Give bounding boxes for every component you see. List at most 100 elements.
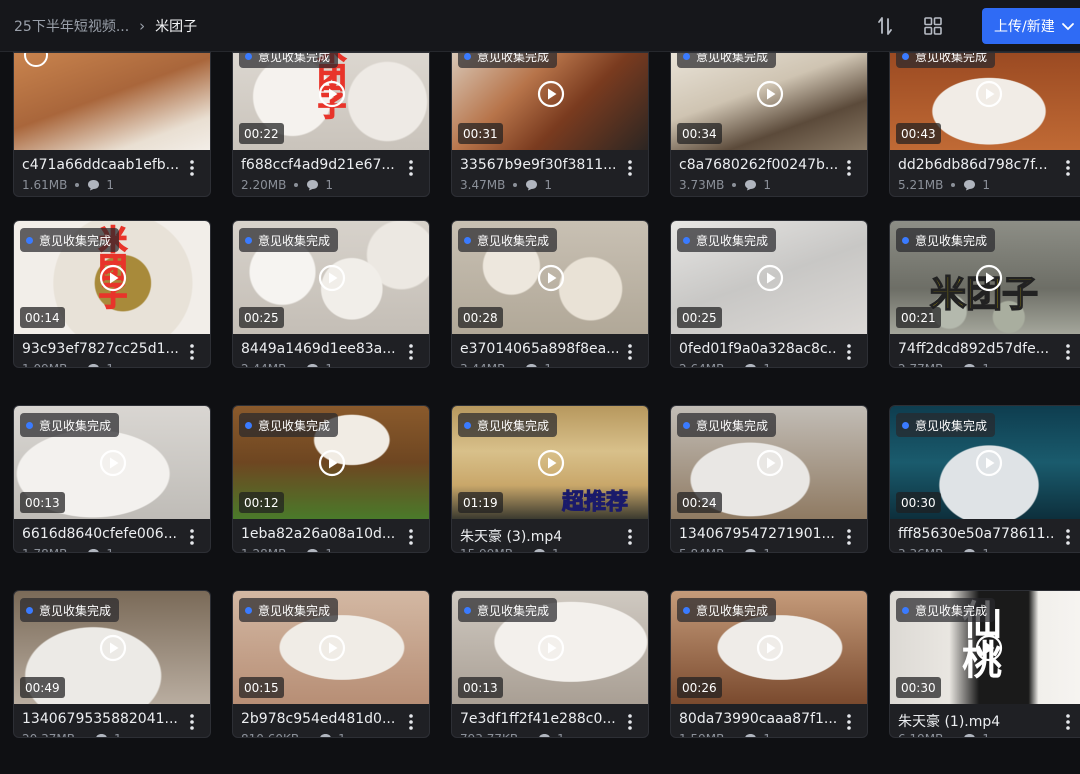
more-options-icon[interactable]: [184, 342, 200, 362]
file-card[interactable]: 意见收集完成 00:25 8449a1469d1ee83a... 2.44MB 1: [232, 220, 430, 368]
more-options-icon[interactable]: [622, 342, 638, 362]
more-options-icon[interactable]: [1060, 712, 1076, 732]
more-options-icon[interactable]: [184, 712, 200, 732]
file-card[interactable]: 意见收集完成 00:30 fff85630e50a778611... 3.36MB 1: [889, 405, 1080, 553]
file-name[interactable]: e37014065a898f8ea...: [460, 341, 618, 357]
grid-view-icon[interactable]: [922, 15, 944, 37]
video-thumbnail[interactable]: 意见收集完成 00:25: [671, 221, 867, 334]
play-icon[interactable]: [318, 449, 346, 477]
video-thumbnail[interactable]: 意见收集完成 00:12: [233, 406, 429, 519]
file-card[interactable]: 意见收集完成 00:13 6616d8640cfefe006... 1.78MB 1: [13, 405, 211, 553]
more-options-icon[interactable]: [841, 158, 857, 178]
file-card[interactable]: 意见收集完成 00:13 7e3df1ff2f41e288c0... 793.77KB…: [451, 590, 649, 738]
file-name[interactable]: 朱天豪 (1).mp4: [898, 711, 1056, 731]
more-options-icon[interactable]: [403, 158, 419, 178]
file-card[interactable]: 意见收集完成 00:26 80da73990caaa87f1... 1.59MB 1: [670, 590, 868, 738]
file-card[interactable]: 米团子 意见收集完成 00:22 f688ccf4ad9d21e67... 2.20MB…: [232, 52, 430, 197]
video-thumbnail[interactable]: 意见收集完成 00:15: [233, 591, 429, 704]
file-name[interactable]: 1eba82a26a08a10d...: [241, 526, 399, 542]
file-card[interactable]: 意见收集完成 00:28 e37014065a898f8ea... 3.44MB 1: [451, 220, 649, 368]
file-name[interactable]: f688ccf4ad9d21e67...: [241, 157, 399, 173]
play-icon[interactable]: [975, 80, 1003, 108]
video-thumbnail[interactable]: 意见收集完成 00:28: [452, 221, 648, 334]
video-thumbnail[interactable]: 意见收集完成 00:24: [671, 406, 867, 519]
play-icon[interactable]: [318, 634, 346, 662]
video-thumbnail[interactable]: 意见收集完成 00:26: [671, 591, 867, 704]
video-thumbnail[interactable]: 意见收集完成 00:49: [14, 591, 210, 704]
play-icon[interactable]: [537, 634, 565, 662]
video-thumbnail[interactable]: 米团子 意见收集完成 00:14: [14, 221, 210, 334]
more-options-icon[interactable]: [1060, 342, 1076, 362]
more-options-icon[interactable]: [1060, 527, 1076, 547]
file-name[interactable]: 6616d8640cfefe006...: [22, 526, 180, 542]
video-thumbnail[interactable]: 意见收集完成 00:13: [14, 406, 210, 519]
file-card[interactable]: 意见收集完成 00:49 1340679535882041... 20.37MB 1: [13, 590, 211, 738]
play-icon[interactable]: [975, 449, 1003, 477]
play-icon[interactable]: [756, 449, 784, 477]
file-name[interactable]: 93c93ef7827cc25d1...: [22, 341, 180, 357]
play-icon[interactable]: [318, 80, 346, 108]
file-card[interactable]: 意见收集完成 00:31 33567b9e9f30f3811... 3.47MB 1: [451, 52, 649, 197]
play-icon[interactable]: [756, 80, 784, 108]
video-thumbnail[interactable]: 米团子 意见收集完成 00:22: [233, 53, 429, 150]
play-icon[interactable]: [537, 80, 565, 108]
play-icon[interactable]: [975, 264, 1003, 292]
file-card[interactable]: 意见收集完成 00:43 dd2b6db86d798c7f... 5.21MB 1: [889, 52, 1080, 197]
play-icon[interactable]: [756, 264, 784, 292]
file-name[interactable]: 8449a1469d1ee83a...: [241, 341, 399, 357]
file-card[interactable]: 超推荐 意见收集完成 01:19 朱天豪 (3).mp415.99MB 1: [451, 405, 649, 553]
video-thumbnail[interactable]: 意见收集完成 00:43: [890, 53, 1080, 150]
file-card[interactable]: 意见收集完成 00:34 c8a7680262f00247b... 3.73MB 1: [670, 52, 868, 197]
video-thumbnail[interactable]: 仙桃 意见收集完成 00:30: [890, 591, 1080, 704]
more-options-icon[interactable]: [622, 712, 638, 732]
file-card[interactable]: 意见收集完成 00:15 2b978c954ed481d0... 810.60KB 1: [232, 590, 430, 738]
video-thumbnail[interactable]: 意见收集完成 00:31: [452, 53, 648, 150]
video-thumbnail[interactable]: 意见收集完成 00:30: [890, 406, 1080, 519]
file-name[interactable]: 7e3df1ff2f41e288c0...: [460, 711, 618, 727]
more-options-icon[interactable]: [622, 527, 638, 547]
file-name[interactable]: 74ff2dcd892d57dfe...: [898, 341, 1056, 357]
more-options-icon[interactable]: [841, 342, 857, 362]
upload-new-button[interactable]: 上传/新建: [982, 8, 1080, 44]
file-name[interactable]: fff85630e50a778611...: [898, 526, 1056, 542]
file-name[interactable]: c471a66ddcaab1efb...: [22, 157, 180, 173]
more-options-icon[interactable]: [403, 527, 419, 547]
video-thumbnail[interactable]: 意见收集完成 00:25: [233, 221, 429, 334]
more-options-icon[interactable]: [184, 527, 200, 547]
more-options-icon[interactable]: [622, 158, 638, 178]
file-name[interactable]: 80da73990caaa87f1...: [679, 711, 837, 727]
file-name[interactable]: 33567b9e9f30f3811...: [460, 157, 618, 173]
file-card[interactable]: 意见收集完成 00:24 1340679547271901... 5.84MB 1: [670, 405, 868, 553]
file-name[interactable]: 2b978c954ed481d0...: [241, 711, 399, 727]
file-name[interactable]: 1340679535882041...: [22, 711, 180, 727]
file-name[interactable]: dd2b6db86d798c7f...: [898, 157, 1056, 173]
play-icon[interactable]: [99, 449, 127, 477]
play-icon[interactable]: [22, 53, 50, 69]
chevron-down-icon[interactable]: [1060, 18, 1076, 34]
more-options-icon[interactable]: [1060, 158, 1076, 178]
video-thumbnail[interactable]: 超推荐 意见收集完成 01:19: [452, 406, 648, 519]
video-thumbnail[interactable]: 米团子 意见收集完成 00:21: [890, 221, 1080, 334]
play-icon[interactable]: [756, 634, 784, 662]
video-thumbnail[interactable]: [14, 53, 210, 150]
file-card[interactable]: 仙桃意见收集完成00:30朱天豪 (1).mp46.19MB1: [889, 590, 1080, 738]
more-options-icon[interactable]: [184, 158, 200, 178]
more-options-icon[interactable]: [841, 712, 857, 732]
file-card[interactable]: 米团子意见收集完成00:1493c93ef7827cc25d1...1.09MB…: [13, 220, 211, 368]
file-name[interactable]: 1340679547271901...: [679, 526, 837, 542]
play-icon[interactable]: [318, 264, 346, 292]
file-name[interactable]: 朱天豪 (3).mp4: [460, 526, 618, 546]
file-name[interactable]: c8a7680262f00247b...: [679, 157, 837, 173]
more-options-icon[interactable]: [403, 712, 419, 732]
file-card[interactable]: 米团子意见收集完成00:2174ff2dcd892d57dfe...2.77MB…: [889, 220, 1080, 368]
play-icon[interactable]: [99, 264, 127, 292]
video-thumbnail[interactable]: 意见收集完成 00:34: [671, 53, 867, 150]
sort-icon[interactable]: [874, 15, 896, 37]
file-card[interactable]: 意见收集完成 00:25 0fed01f9a0a328ac8c... 2.64MB 1: [670, 220, 868, 368]
more-options-icon[interactable]: [841, 527, 857, 547]
play-icon[interactable]: [99, 634, 127, 662]
file-card[interactable]: 意见收集完成 00:12 1eba82a26a08a10d... 1.28MB 1: [232, 405, 430, 553]
play-icon[interactable]: [975, 634, 1003, 662]
video-thumbnail[interactable]: 意见收集完成 00:13: [452, 591, 648, 704]
breadcrumb-parent-link[interactable]: 25下半年短视频...: [14, 16, 129, 36]
